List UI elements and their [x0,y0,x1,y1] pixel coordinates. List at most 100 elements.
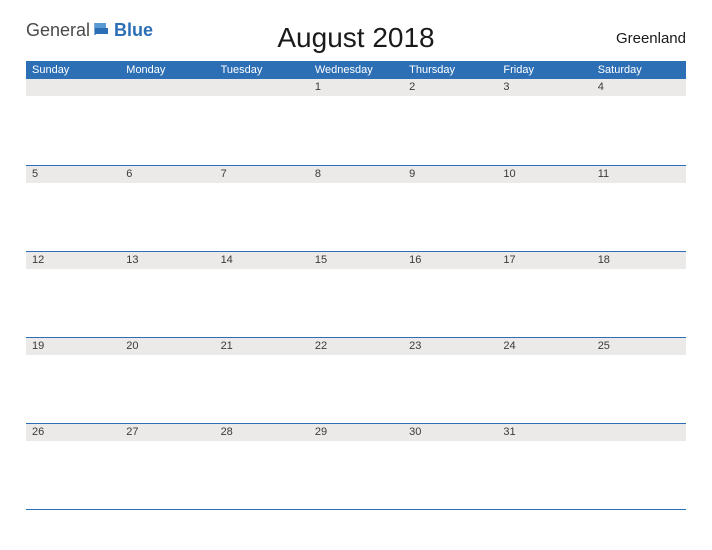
day-number: 15 [309,252,403,269]
day-cell: 31 [497,423,591,509]
header: General Blue August 2018 Greenland [26,18,686,47]
day-number: 11 [592,166,686,183]
day-cell: 16 [403,251,497,337]
day-cell: 26 [26,423,120,509]
day-body [26,355,120,423]
week-row: 19202122232425 [26,337,686,423]
day-body [215,96,309,165]
day-body [26,96,120,165]
day-number: 17 [497,252,591,269]
day-number: 16 [403,252,497,269]
day-body [592,355,686,423]
day-body [592,269,686,337]
day-number: 4 [592,79,686,96]
day-number: 9 [403,166,497,183]
day-number: 23 [403,338,497,355]
day-cell [120,79,214,165]
day-body [592,441,686,509]
day-body [497,183,591,251]
day-body [309,441,403,509]
day-number: 12 [26,252,120,269]
day-cell: 17 [497,251,591,337]
day-body [120,269,214,337]
day-cell: 9 [403,165,497,251]
day-body [497,355,591,423]
logo-flag-icon [94,20,112,41]
day-number: 20 [120,338,214,355]
day-number [120,79,214,96]
day-header-sunday: Sunday [26,61,120,79]
day-cell: 1 [309,79,403,165]
day-body [497,269,591,337]
day-body [403,183,497,251]
day-body [309,96,403,165]
day-header-tuesday: Tuesday [215,61,309,79]
week-row: 262728293031 [26,423,686,509]
day-body [403,355,497,423]
logo-text-general: General [26,20,90,41]
day-body [26,441,120,509]
calendar-table: Sunday Monday Tuesday Wednesday Thursday… [26,61,686,510]
day-body [309,183,403,251]
day-cell: 25 [592,337,686,423]
day-number: 8 [309,166,403,183]
day-body [26,183,120,251]
day-number: 26 [26,424,120,441]
day-number: 21 [215,338,309,355]
day-header-friday: Friday [497,61,591,79]
day-number: 7 [215,166,309,183]
day-number: 10 [497,166,591,183]
day-number: 14 [215,252,309,269]
day-cell: 22 [309,337,403,423]
day-body [592,96,686,165]
day-cell: 27 [120,423,214,509]
day-number: 19 [26,338,120,355]
day-body [215,269,309,337]
day-number [26,79,120,96]
day-cell: 30 [403,423,497,509]
day-body [497,96,591,165]
region-label: Greenland [616,30,686,47]
day-body [592,183,686,251]
calendar-body: 1234567891011121314151617181920212223242… [26,79,686,509]
day-cell: 14 [215,251,309,337]
week-row: 567891011 [26,165,686,251]
day-cell: 2 [403,79,497,165]
day-cell: 23 [403,337,497,423]
day-cell: 15 [309,251,403,337]
day-cell: 11 [592,165,686,251]
day-cell: 28 [215,423,309,509]
day-number: 28 [215,424,309,441]
day-number: 5 [26,166,120,183]
day-body [120,183,214,251]
day-cell [215,79,309,165]
day-number: 6 [120,166,214,183]
day-number: 27 [120,424,214,441]
day-header-row: Sunday Monday Tuesday Wednesday Thursday… [26,61,686,79]
day-body [497,441,591,509]
day-body [120,96,214,165]
day-number: 18 [592,252,686,269]
day-cell [592,423,686,509]
day-number: 25 [592,338,686,355]
day-number: 13 [120,252,214,269]
logo: General Blue [26,20,153,41]
day-cell: 12 [26,251,120,337]
week-row: 12131415161718 [26,251,686,337]
day-body [309,269,403,337]
day-number: 2 [403,79,497,96]
day-cell: 6 [120,165,214,251]
day-number: 24 [497,338,591,355]
day-body [403,96,497,165]
day-body [215,441,309,509]
day-body [120,441,214,509]
day-cell: 21 [215,337,309,423]
day-cell: 13 [120,251,214,337]
logo-text-blue: Blue [114,20,153,41]
day-cell: 4 [592,79,686,165]
day-body [120,355,214,423]
day-number: 29 [309,424,403,441]
day-cell: 10 [497,165,591,251]
day-body [215,183,309,251]
day-body [215,355,309,423]
